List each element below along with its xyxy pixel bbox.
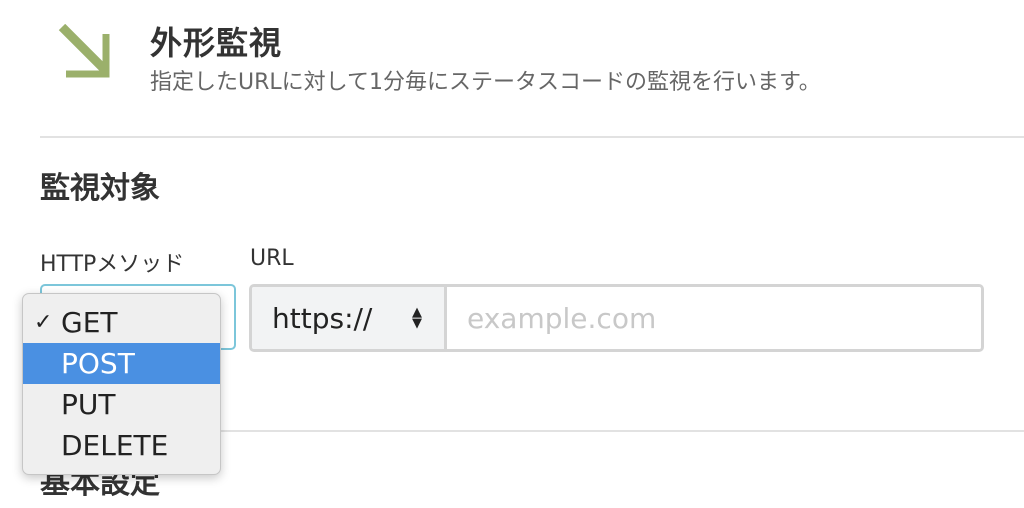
page: 外形監視 指定したURLに対して1分毎にステータスコードの監視を行います。 監視… <box>0 0 1024 508</box>
url-label: URL <box>250 246 294 271</box>
page-description: 指定したURLに対して1分毎にステータスコードの監視を行います。 <box>150 70 821 95</box>
page-title: 外形監視 <box>150 24 283 62</box>
section-heading-target: 監視対象 <box>40 171 160 206</box>
arrow-down-right-icon <box>58 24 110 78</box>
dropdown-option-post[interactable]: POST <box>23 343 220 384</box>
dropdown-option-get[interactable]: ✓ GET <box>23 302 220 343</box>
dropdown-option-label: POST <box>61 347 135 380</box>
dropdown-option-delete[interactable]: DELETE <box>23 425 220 466</box>
url-input[interactable] <box>447 287 981 349</box>
dropdown-option-label: DELETE <box>61 429 169 462</box>
url-input-group: https:// ▲ ▼ <box>249 284 984 352</box>
checkmark-icon: ✓ <box>34 310 53 335</box>
url-scheme-select[interactable]: https:// ▲ ▼ <box>252 287 447 349</box>
url-scheme-value: https:// <box>272 301 373 335</box>
dropdown-option-put[interactable]: PUT <box>23 384 220 425</box>
http-method-dropdown-menu: ✓ GET POST PUT DELETE <box>22 293 221 475</box>
select-arrows-icon: ▲ ▼ <box>412 305 422 331</box>
http-method-label: HTTPメソッド <box>40 252 185 277</box>
dropdown-option-label: PUT <box>61 388 116 421</box>
dropdown-option-label: GET <box>61 306 118 339</box>
divider <box>40 136 1024 138</box>
